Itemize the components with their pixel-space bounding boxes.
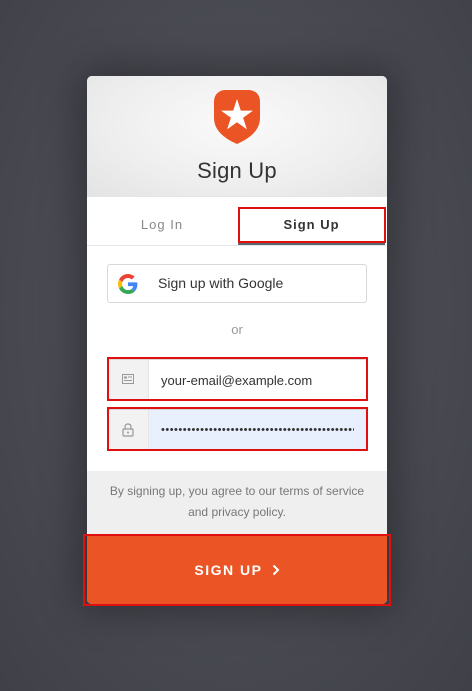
tab-signup[interactable]: Sign Up bbox=[238, 207, 385, 245]
terms-notice: By signing up, you agree to our terms of… bbox=[87, 471, 387, 536]
submit-label: SIGN UP bbox=[194, 562, 263, 578]
email-input[interactable] bbox=[149, 360, 366, 400]
email-field bbox=[107, 359, 367, 401]
password-input[interactable] bbox=[149, 410, 366, 450]
google-button-label: Sign up with Google bbox=[158, 275, 284, 291]
google-signup-button[interactable]: Sign up with Google bbox=[107, 264, 367, 303]
google-icon bbox=[118, 274, 138, 294]
terms-and: and bbox=[188, 505, 212, 519]
terms-suffix: . bbox=[282, 505, 286, 519]
signup-card: Sign Up Log In Sign Up Sign up with Goog… bbox=[87, 76, 387, 604]
privacy-policy-link[interactable]: privacy policy bbox=[211, 505, 282, 519]
terms-prefix: By signing up, you agree to our bbox=[109, 484, 280, 498]
auth-tabs: Log In Sign Up bbox=[87, 207, 387, 246]
terms-of-service-link[interactable]: terms of service bbox=[279, 484, 364, 498]
or-divider: or bbox=[231, 322, 243, 337]
envelope-icon bbox=[122, 374, 134, 384]
signup-submit-button[interactable]: SIGN UP bbox=[87, 536, 387, 604]
chevron-right-icon bbox=[272, 564, 280, 576]
lock-icon bbox=[122, 423, 134, 437]
tab-login[interactable]: Log In bbox=[87, 207, 237, 243]
page-title: Sign Up bbox=[197, 158, 277, 183]
password-field bbox=[107, 409, 367, 451]
card-header: Sign Up bbox=[87, 76, 387, 197]
auth0-logo-icon bbox=[214, 90, 260, 144]
